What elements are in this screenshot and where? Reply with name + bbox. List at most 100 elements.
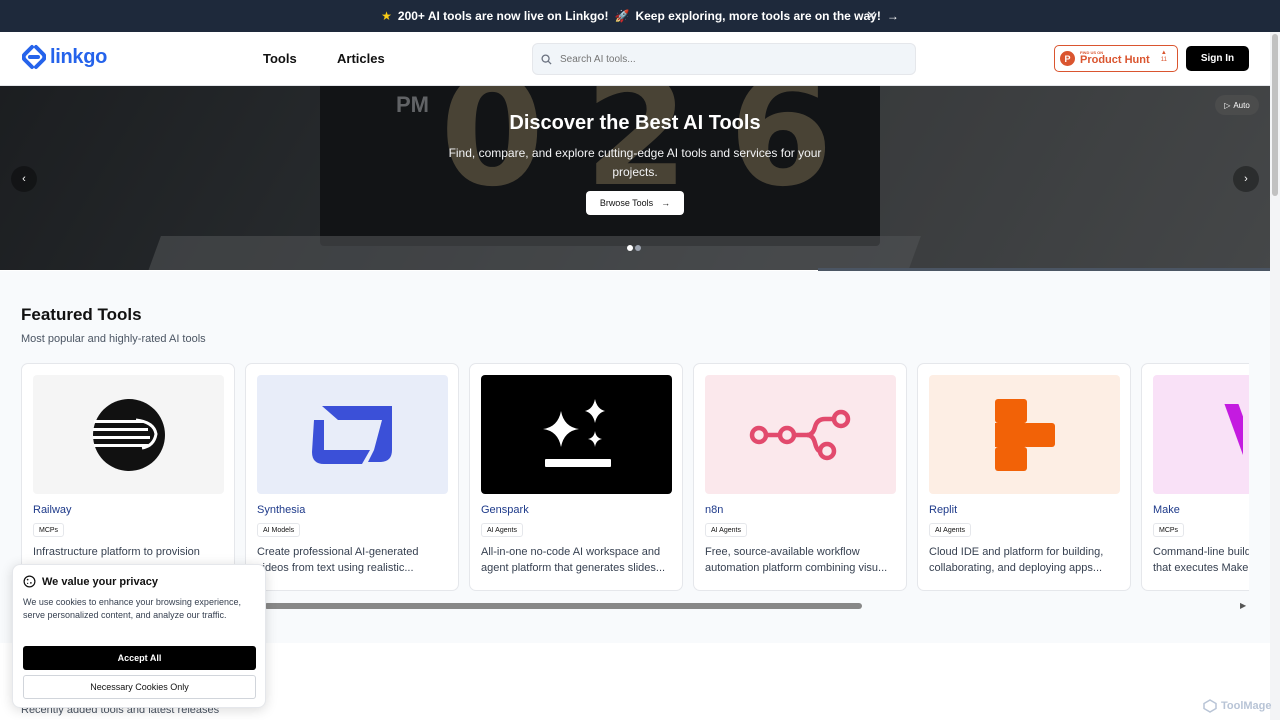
tool-description-line2: that executes Make xyxy=(1153,562,1249,574)
tool-tag[interactable]: MCPs xyxy=(1153,523,1185,537)
tool-description-line1: Infrastructure platform to provision xyxy=(33,546,200,558)
carousel-next-button[interactable]: › xyxy=(1233,166,1259,192)
railway-logo xyxy=(33,375,224,494)
browse-tools-button[interactable]: Brwose Tools → xyxy=(586,191,684,215)
scroll-right-icon[interactable]: ▶ xyxy=(1240,601,1246,610)
logo[interactable]: linkgo xyxy=(22,44,107,70)
chevron-left-icon: ‹ xyxy=(22,173,26,185)
tool-name[interactable]: Railway xyxy=(33,504,72,516)
tool-description: Free, source-available workflow automati… xyxy=(705,544,899,576)
upvote-count: 11 xyxy=(1160,57,1167,64)
tool-description: Create professional AI-generated videos … xyxy=(257,544,451,576)
banner-text-secondary[interactable]: Keep exploring, more tools are on the wa… xyxy=(635,9,880,23)
featured-cards: Railway MCPs Infrastructure platform to … xyxy=(21,363,1249,593)
tool-card-synthesia[interactable]: Synthesia AI Models Create professional … xyxy=(245,363,459,591)
featured-subtitle: Most popular and highly-rated AI tools xyxy=(21,333,206,345)
chevron-right-icon: › xyxy=(1244,173,1248,185)
watermark-icon xyxy=(1203,699,1217,713)
rocket-icon: 🚀 xyxy=(614,9,630,23)
tool-description-line1: Create professional AI-generated xyxy=(257,546,419,558)
hero-subtitle: Find, compare, and explore cutting-edge … xyxy=(448,146,822,179)
sign-in-button[interactable]: Sign In xyxy=(1186,46,1249,71)
cookie-icon xyxy=(23,575,36,588)
genspark-icon xyxy=(542,398,611,467)
upvote-icon: ▲ xyxy=(1160,50,1167,56)
search-icon xyxy=(541,53,552,65)
synthesia-logo xyxy=(257,375,448,494)
hero-carousel: PM 026 Discover the Best AI Tools Find, … xyxy=(0,86,1270,270)
tool-name[interactable]: Synthesia xyxy=(257,504,305,516)
tool-description: Infrastructure platform to provision xyxy=(33,544,227,560)
page-scrollbar-thumb[interactable] xyxy=(1272,34,1278,196)
tool-name[interactable]: n8n xyxy=(705,504,723,516)
tool-tag[interactable]: MCPs xyxy=(33,523,65,537)
make-logo xyxy=(1153,375,1249,494)
necessary-cookies-button[interactable]: Necessary Cookies Only xyxy=(23,675,256,699)
n8n-icon xyxy=(749,409,850,460)
tool-description-line1: All-in-one no-code AI workspace and xyxy=(481,546,661,558)
tool-tag[interactable]: AI Agents xyxy=(481,523,523,537)
carousel-dot-1[interactable] xyxy=(627,245,633,251)
hero-title: Discover the Best AI Tools xyxy=(509,112,761,134)
replit-logo xyxy=(929,375,1120,494)
product-hunt-votes: ▲ 11 xyxy=(1161,50,1167,64)
nav-link-articles[interactable]: Articles xyxy=(337,51,385,66)
tool-tag[interactable]: AI Agents xyxy=(929,523,971,537)
browse-tools-label: Brwose Tools xyxy=(599,198,654,208)
play-icon: ▷ xyxy=(1224,100,1231,110)
watermark-text: ToolMage xyxy=(1221,700,1272,712)
watermark: ToolMage xyxy=(1203,699,1272,713)
tool-card-n8n[interactable]: n8n AI Agents Free, source-available wor… xyxy=(693,363,907,591)
tool-description-line1: Free, source-available workflow xyxy=(705,546,860,558)
tool-description: Cloud IDE and platform for building, col… xyxy=(929,544,1123,576)
logo-icon xyxy=(22,45,46,69)
replit-icon xyxy=(994,398,1055,471)
tool-tag[interactable]: AI Models xyxy=(257,523,301,537)
genspark-logo xyxy=(481,375,672,494)
product-hunt-icon: P xyxy=(1060,51,1075,66)
autoplay-label: Auto xyxy=(1233,100,1250,110)
product-hunt-badge[interactable]: P FIND US ON Product Hunt ▲ 11 xyxy=(1054,45,1178,72)
tool-tag[interactable]: AI Agents xyxy=(705,523,747,537)
carousel-dots xyxy=(627,245,641,251)
make-icon xyxy=(1224,403,1243,456)
tool-description-line1: Command-line build xyxy=(1153,546,1249,558)
tool-name[interactable]: Replit xyxy=(929,504,957,516)
search-input[interactable] xyxy=(560,53,900,65)
logo-text: linkgo xyxy=(50,45,108,68)
tool-description-line1: Cloud IDE and platform for building, xyxy=(929,546,1104,558)
featured-title: Featured Tools xyxy=(21,305,142,324)
announcement-banner: ★ 200+ AI tools are now live on Linkgo! … xyxy=(0,0,1280,32)
tool-description-line2: automation platform combining visu... xyxy=(705,562,888,574)
page-scrollbar[interactable] xyxy=(1270,32,1280,720)
tool-card-railway[interactable]: Railway MCPs Infrastructure platform to … xyxy=(21,363,235,591)
carousel-dot-2[interactable] xyxy=(635,245,641,251)
n8n-logo xyxy=(705,375,896,494)
navbar: linkgo Tools Articles P FIND US ON Produ… xyxy=(0,32,1270,86)
accept-all-button[interactable]: Accept All xyxy=(23,646,256,670)
tool-description: Command-line build that executes Make xyxy=(1153,544,1249,576)
cookie-text: We use cookies to enhance your browsing … xyxy=(23,597,241,620)
autoplay-toggle[interactable]: ▷ Auto xyxy=(1215,95,1259,115)
carousel-prev-button[interactable]: ‹ xyxy=(11,166,37,192)
banner-text-primary: 200+ AI tools are now live on Linkgo! xyxy=(397,9,609,23)
tool-description: All-in-one no-code AI workspace and agen… xyxy=(481,544,675,576)
tool-name[interactable]: Make xyxy=(1153,504,1180,516)
railway-icon xyxy=(92,398,165,471)
cards-scrollbar[interactable] xyxy=(264,603,862,609)
tool-description-line2: collaborating, and deploying apps... xyxy=(929,562,1103,574)
search-bar[interactable] xyxy=(532,43,916,75)
tool-card-genspark[interactable]: Genspark AI Agents All-in-one no-code AI… xyxy=(469,363,683,591)
product-hunt-name: Product Hunt xyxy=(1080,54,1150,66)
tool-card-make[interactable]: Make MCPs Command-line build that execut… xyxy=(1141,363,1249,591)
synthesia-icon xyxy=(311,405,392,464)
tool-card-replit[interactable]: Replit AI Agents Cloud IDE and platform … xyxy=(917,363,1131,591)
tool-description-line2: videos from text using realistic... xyxy=(257,562,414,574)
close-icon[interactable]: ✕ xyxy=(866,8,877,24)
nav-link-tools[interactable]: Tools xyxy=(263,51,297,66)
cookie-header: We value your privacy xyxy=(23,575,158,588)
arrow-right-icon[interactable]: → xyxy=(887,9,899,23)
tool-name[interactable]: Genspark xyxy=(481,504,529,516)
product-hunt-text: FIND US ON Product Hunt xyxy=(1080,51,1150,66)
cookie-consent-dialog: We value your privacy We use cookies to … xyxy=(12,564,266,708)
